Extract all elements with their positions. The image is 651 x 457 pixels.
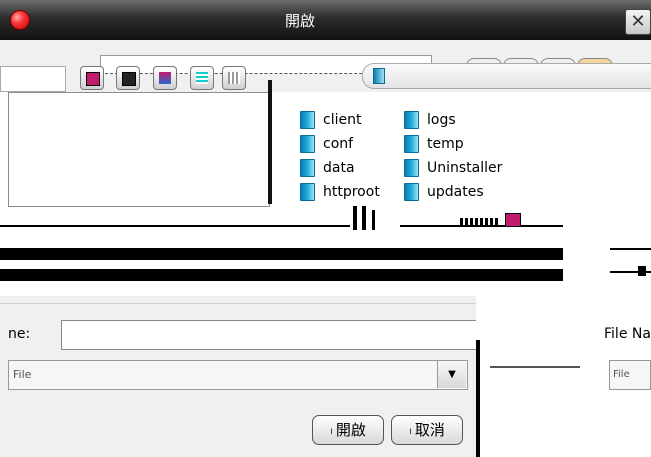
path-bar[interactable]: [362, 63, 651, 89]
cancel-button-label: 取消: [414, 421, 445, 439]
cancel-button[interactable]: ı 取消: [391, 415, 463, 445]
open-button[interactable]: ı 開啟: [312, 415, 384, 445]
file-column-1: client conf data httproot: [300, 108, 380, 204]
file-label: temp: [427, 136, 464, 152]
list-item[interactable]: updates: [404, 180, 502, 204]
folder-icon: [300, 111, 315, 129]
render-tear-bar: [362, 206, 366, 230]
folder-icon: [404, 135, 419, 153]
render-tear-icon: [505, 213, 521, 227]
list-item[interactable]: temp: [404, 132, 502, 156]
new-folder-icon: [159, 72, 171, 84]
render-tear-bar: [353, 206, 357, 230]
list-item[interactable]: client: [300, 108, 380, 132]
render-tear-line: [490, 366, 580, 368]
file-label: httproot: [323, 184, 380, 200]
details-view-icon: [228, 72, 240, 84]
open-button-label: 開啟: [335, 421, 366, 439]
render-tear-line: [0, 225, 350, 227]
folder-icon: [404, 183, 419, 201]
up-folder-button[interactable]: [80, 66, 104, 90]
list-item[interactable]: Uninstaller: [404, 156, 502, 180]
file-label: updates: [427, 184, 484, 200]
render-tear-dash: [460, 218, 500, 225]
right-file-type-select[interactable]: File: [609, 360, 651, 390]
render-tear-line: [610, 248, 651, 250]
folder-icon: [300, 183, 315, 201]
list-item[interactable]: logs: [404, 108, 502, 132]
list-item[interactable]: httproot: [300, 180, 380, 204]
path-folder-icon: [373, 68, 385, 84]
toolbar-left-field[interactable]: [0, 66, 66, 92]
file-type-value: File: [13, 368, 32, 381]
file-label: conf: [323, 136, 354, 152]
file-type-dropdown-button[interactable]: ▼: [437, 361, 466, 388]
folder-icon: [300, 135, 315, 153]
file-label: logs: [427, 112, 456, 128]
window-title: 開啟: [284, 12, 315, 30]
render-tear-bar: [372, 210, 375, 230]
render-tear-stripe: [0, 248, 564, 260]
render-tear-line: [400, 225, 580, 227]
details-view-button[interactable]: [222, 66, 246, 90]
close-icon: ✕: [630, 11, 646, 32]
render-tear-bar: [476, 340, 480, 457]
home-icon: [122, 72, 136, 86]
up-folder-icon: [86, 72, 100, 86]
accel-mark: ı: [409, 426, 412, 437]
render-tear-block: [638, 266, 646, 276]
new-folder-button[interactable]: [153, 66, 177, 90]
form-separator: [0, 303, 476, 304]
file-name-label: ne:: [8, 326, 31, 342]
home-button[interactable]: [116, 66, 140, 90]
places-pane[interactable]: [8, 92, 270, 207]
right-file-type-value: File: [613, 369, 630, 380]
chevron-down-icon: ▼: [448, 369, 456, 380]
file-column-2: logs temp Uninstaller updates: [404, 108, 502, 204]
file-label: client: [323, 112, 362, 128]
file-type-select[interactable]: File: [8, 360, 468, 390]
file-label: data: [323, 160, 355, 176]
list-item[interactable]: conf: [300, 132, 380, 156]
folder-icon: [404, 111, 419, 129]
close-button[interactable]: ✕: [625, 9, 651, 35]
list-view-button[interactable]: [190, 66, 214, 90]
pane-divider: [268, 80, 272, 204]
file-label: Uninstaller: [427, 160, 503, 176]
accel-mark: ı: [330, 426, 333, 437]
right-file-name-label: File Na: [604, 326, 651, 342]
right-ghost-area: [563, 204, 651, 296]
folder-icon: [404, 159, 419, 177]
folder-icon: [300, 159, 315, 177]
render-tear-stripe: [0, 269, 564, 281]
list-view-icon: [196, 72, 208, 84]
list-item[interactable]: data: [300, 156, 380, 180]
